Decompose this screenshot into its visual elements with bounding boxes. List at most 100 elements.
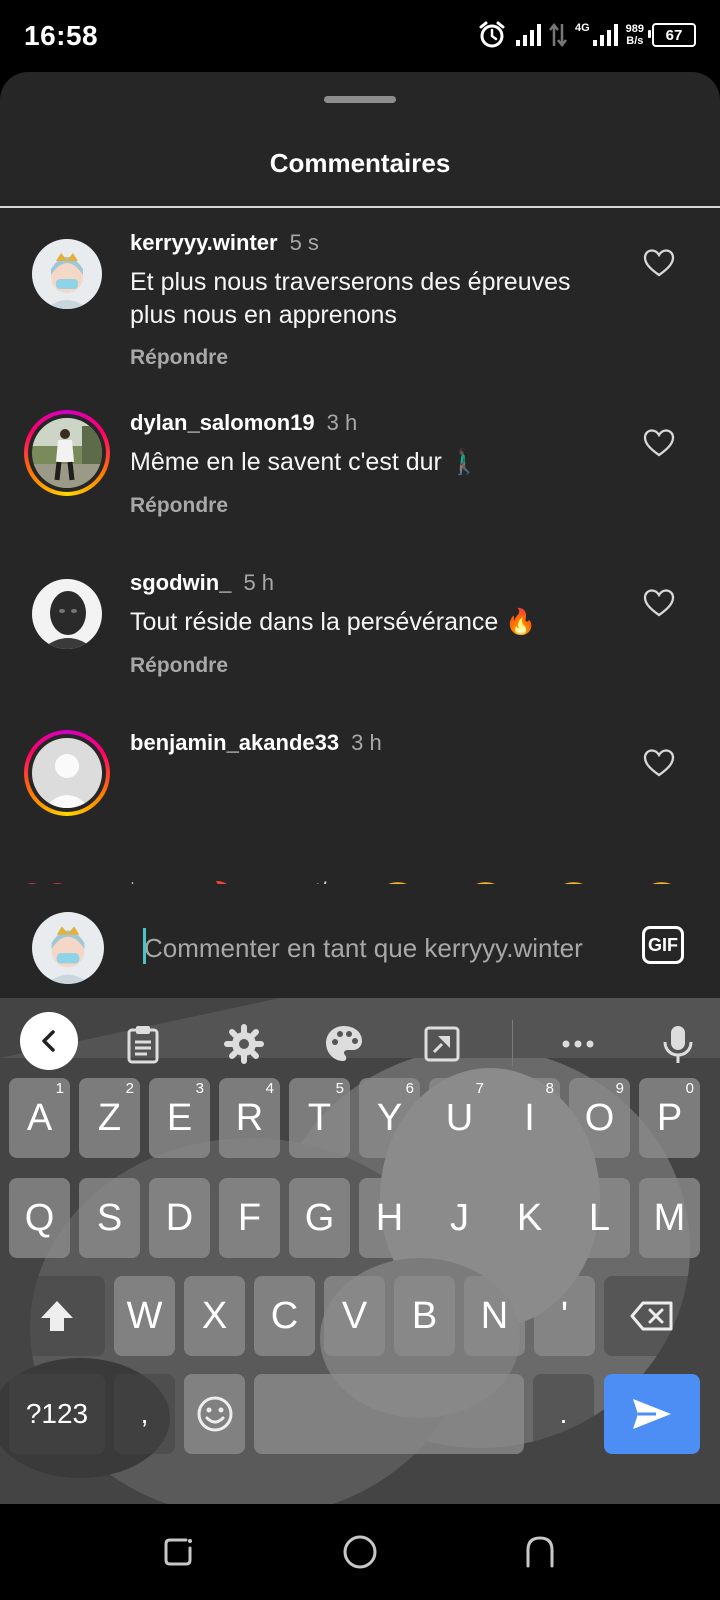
symbols-key[interactable]: ?123 bbox=[9, 1374, 105, 1454]
battery-indicator: 67 bbox=[648, 23, 696, 47]
smiley-icon bbox=[197, 1396, 232, 1432]
key-g[interactable]: G bbox=[289, 1178, 350, 1258]
key-r[interactable]: R4 bbox=[219, 1078, 280, 1158]
back-button[interactable] bbox=[20, 1012, 78, 1070]
alarm-icon bbox=[479, 21, 505, 48]
key-u[interactable]: U7 bbox=[429, 1078, 490, 1158]
key-i[interactable]: I8 bbox=[499, 1078, 560, 1158]
comment-header: sgodwin_ 5 h bbox=[130, 570, 274, 596]
key-l[interactable]: L bbox=[569, 1178, 630, 1258]
heart-icon[interactable] bbox=[643, 588, 675, 618]
comment-header: kerryyy.winter 5 s bbox=[130, 230, 319, 256]
microphone-icon[interactable] bbox=[656, 1022, 700, 1066]
key-j[interactable]: J bbox=[429, 1178, 490, 1258]
key-n[interactable]: N bbox=[464, 1276, 525, 1356]
key-v[interactable]: V bbox=[324, 1276, 385, 1356]
key-w[interactable]: W bbox=[114, 1276, 175, 1356]
reply-button[interactable]: Répondre bbox=[130, 346, 228, 370]
comment-input[interactable] bbox=[140, 926, 614, 970]
comment-time: 5 h bbox=[243, 570, 275, 595]
toolbar-divider bbox=[512, 1020, 513, 1066]
space-key[interactable] bbox=[254, 1374, 524, 1454]
key-b[interactable]: B bbox=[394, 1276, 455, 1356]
key-e[interactable]: E3 bbox=[149, 1078, 210, 1158]
key-h[interactable]: H bbox=[359, 1178, 420, 1258]
comment-input-row: GIF bbox=[0, 884, 720, 998]
comment-text: Tout réside dans la persévérance 🔥 bbox=[130, 608, 537, 636]
key-a[interactable]: A1 bbox=[9, 1078, 70, 1158]
recent-apps-icon[interactable] bbox=[158, 1532, 198, 1572]
key-apostrophe[interactable]: ' bbox=[534, 1276, 595, 1356]
username[interactable]: dylan_salomon19 bbox=[130, 410, 315, 435]
avatar[interactable] bbox=[32, 239, 102, 309]
comment-item: dylan_salomon19 3 h Même en le savent c'e… bbox=[0, 388, 720, 548]
comment-list[interactable]: kerryyy.winter 5 s Et plus nous traverser… bbox=[0, 208, 720, 864]
comment-item: kerryyy.winter 5 s Et plus nous traverser… bbox=[0, 208, 720, 388]
back-nav-icon[interactable] bbox=[520, 1532, 560, 1572]
send-icon bbox=[633, 1399, 671, 1429]
comment-text: Et plus nous traverserons des épreuves p… bbox=[130, 268, 571, 329]
signal-icon bbox=[515, 24, 541, 46]
comment-item: benjamin_akande33 3 h bbox=[0, 708, 720, 864]
comment-header: benjamin_akande33 3 h bbox=[130, 730, 382, 756]
text-caret bbox=[143, 928, 146, 964]
key-d[interactable]: D bbox=[149, 1178, 210, 1258]
avatar[interactable] bbox=[32, 418, 102, 488]
key-p[interactable]: P0 bbox=[639, 1078, 700, 1158]
key-o[interactable]: O9 bbox=[569, 1078, 630, 1158]
story-ring[interactable] bbox=[24, 730, 110, 816]
status-bar: 16:58 4G 989 B/s 67 bbox=[0, 0, 720, 72]
avatar[interactable] bbox=[32, 738, 102, 808]
more-icon[interactable] bbox=[556, 1022, 600, 1066]
key-q[interactable]: Q bbox=[9, 1178, 70, 1258]
username[interactable]: sgodwin_ bbox=[130, 570, 231, 595]
user-avatar bbox=[32, 912, 104, 984]
reply-button[interactable]: Répondre bbox=[130, 654, 228, 678]
username[interactable]: benjamin_akande33 bbox=[130, 730, 339, 755]
keyboard: A1 Z2 E3 R4 T5 Y6 U7 I8 O9 P0 Q S D F G … bbox=[0, 998, 720, 1504]
drag-handle[interactable] bbox=[324, 96, 396, 103]
key-s[interactable]: S bbox=[79, 1178, 140, 1258]
comment-time: 3 h bbox=[326, 410, 358, 435]
comment-text: Même en le savent c'est dur 🚶🏿‍♂️ bbox=[130, 448, 480, 476]
emoji-key[interactable] bbox=[184, 1374, 245, 1454]
navigation-bar bbox=[0, 1504, 720, 1600]
backspace-key[interactable] bbox=[604, 1276, 700, 1356]
key-y[interactable]: Y6 bbox=[359, 1078, 420, 1158]
heart-icon[interactable] bbox=[643, 248, 675, 278]
keyboard-toolbar bbox=[0, 998, 720, 1088]
comments-sheet: Commentaires kerryyy.winter 5 s Et plus n… bbox=[0, 72, 720, 998]
key-m[interactable]: M bbox=[639, 1178, 700, 1258]
gif-button[interactable]: GIF bbox=[642, 926, 684, 964]
shift-icon bbox=[41, 1301, 73, 1331]
sheet-title: Commentaires bbox=[269, 148, 451, 178]
network-speed: 989 B/s bbox=[625, 23, 644, 47]
status-icons: 4G 989 B/s 67 bbox=[477, 18, 696, 52]
signal-icon-2 bbox=[592, 24, 618, 46]
username[interactable]: kerryyy.winter bbox=[130, 230, 278, 255]
comment-time: 3 h bbox=[351, 730, 382, 755]
palette-icon[interactable] bbox=[322, 1022, 366, 1066]
heart-icon[interactable] bbox=[643, 748, 675, 778]
key-k[interactable]: K bbox=[499, 1178, 560, 1258]
settings-icon[interactable] bbox=[222, 1022, 266, 1066]
shift-key[interactable] bbox=[9, 1276, 105, 1356]
comment-item: sgodwin_ 5 h Tout réside dans la persévér… bbox=[0, 548, 720, 708]
key-x[interactable]: X bbox=[184, 1276, 245, 1356]
home-icon[interactable] bbox=[340, 1532, 380, 1572]
key-f[interactable]: F bbox=[219, 1178, 280, 1258]
story-ring[interactable] bbox=[24, 410, 110, 496]
heart-icon[interactable] bbox=[643, 428, 675, 458]
key-t[interactable]: T5 bbox=[289, 1078, 350, 1158]
resize-keyboard-icon[interactable] bbox=[420, 1022, 464, 1066]
reply-button[interactable]: Répondre bbox=[130, 494, 228, 518]
network-label: 4G bbox=[574, 22, 590, 34]
key-z[interactable]: Z2 bbox=[79, 1078, 140, 1158]
comma-key[interactable]: , bbox=[114, 1374, 175, 1454]
period-key[interactable]: . bbox=[533, 1374, 594, 1454]
avatar[interactable] bbox=[32, 579, 102, 649]
comment-header: dylan_salomon19 3 h bbox=[130, 410, 357, 436]
clipboard-icon[interactable] bbox=[121, 1022, 165, 1066]
send-key[interactable] bbox=[604, 1374, 700, 1454]
key-c[interactable]: C bbox=[254, 1276, 315, 1356]
